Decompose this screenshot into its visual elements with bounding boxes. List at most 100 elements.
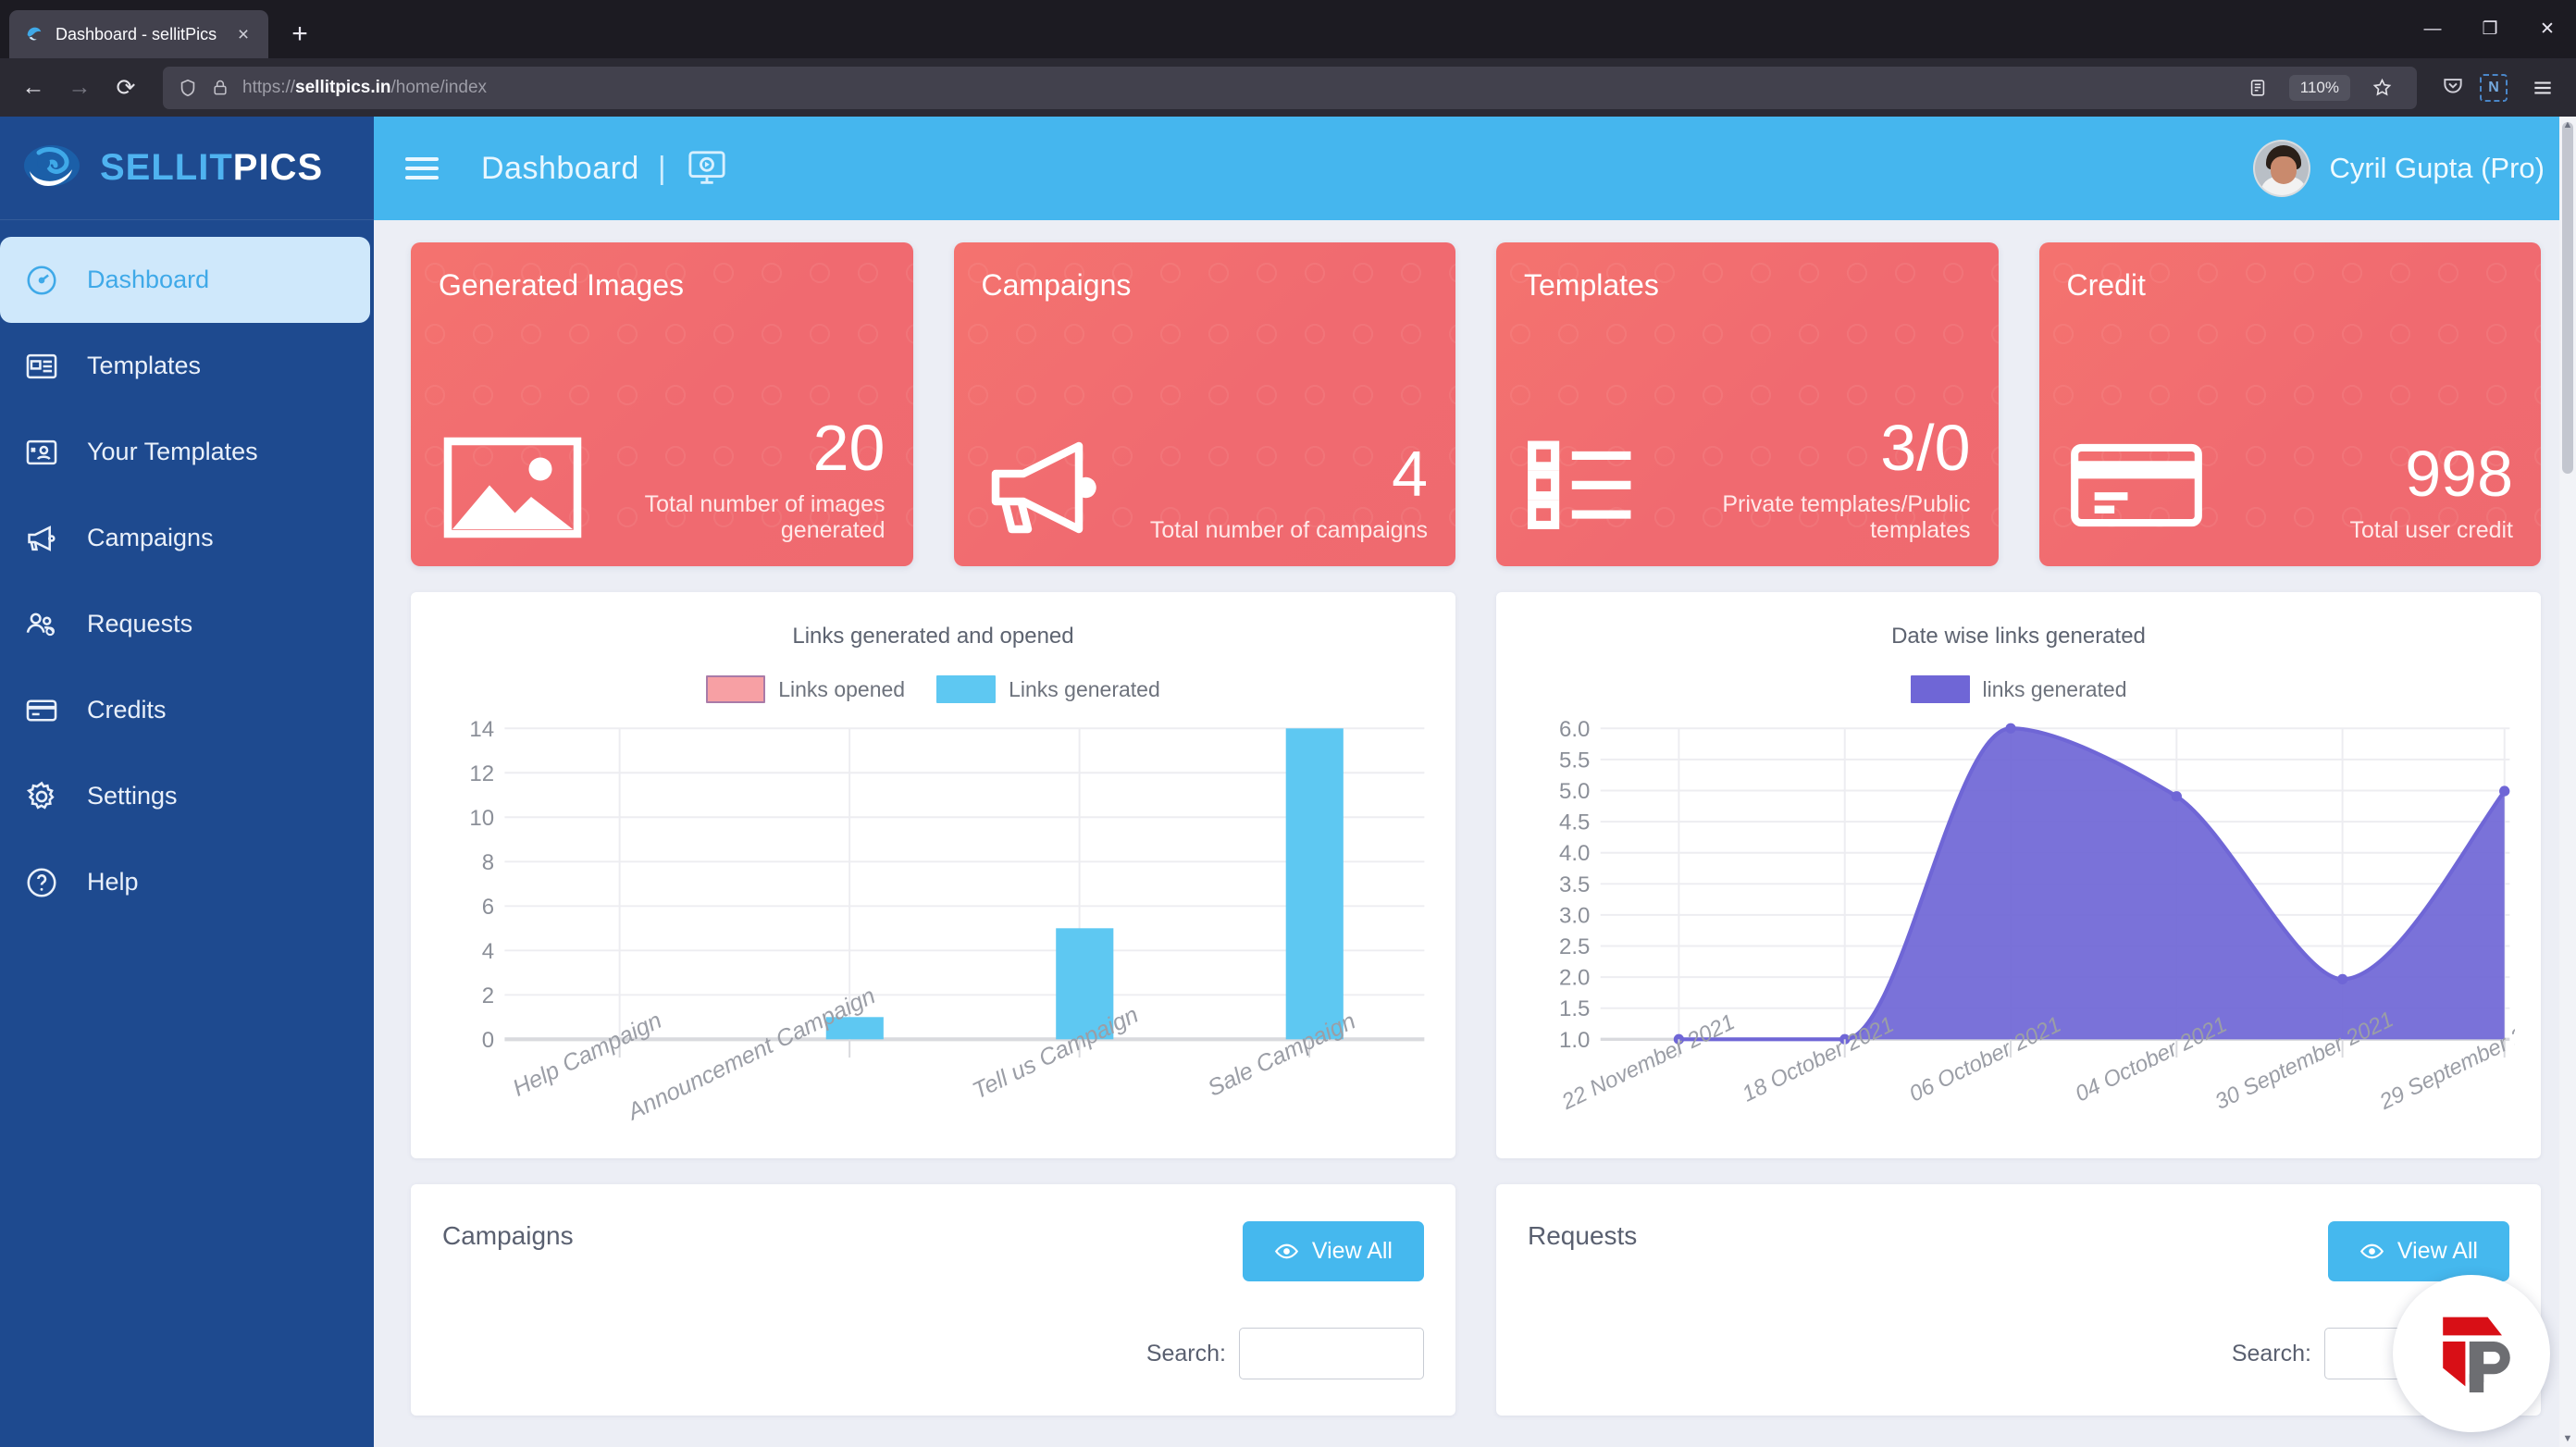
- view-all-requests-button[interactable]: View All: [2327, 1221, 2509, 1281]
- svg-text:1.0: 1.0: [1559, 1028, 1590, 1053]
- sidebar-item-templates[interactable]: Templates: [0, 323, 374, 409]
- search-label: Search:: [1146, 1340, 1226, 1367]
- reload-button-icon[interactable]: ⟳: [105, 68, 146, 108]
- scrollbar-thumb[interactable]: [2562, 122, 2573, 474]
- app-menu-icon[interactable]: [2522, 68, 2563, 108]
- tracking-shield-icon[interactable]: [178, 78, 198, 98]
- page-scrollbar[interactable]: ▲ ▼: [2559, 117, 2576, 1447]
- tab-title: Dashboard - sellitPics: [56, 24, 217, 43]
- bar-chart-plot: 14 12 10 8 6 4 2 0 Help Campaign Announc…: [437, 718, 1430, 1158]
- sellitpics-chat-badge-icon: [2421, 1301, 2522, 1407]
- stat-card-credit[interactable]: Credit 998 Total user credit: [2038, 242, 2541, 566]
- svg-text:10: 10: [469, 806, 494, 831]
- search-input[interactable]: [1239, 1328, 1424, 1379]
- view-all-label: View All: [1311, 1238, 1393, 1264]
- chart-title: Date wise links generated: [1891, 624, 2146, 649]
- window-close-button[interactable]: ✕: [2519, 0, 2576, 58]
- sidebar-item-credits[interactable]: Credits: [0, 667, 374, 753]
- sidebar-item-label: Help: [87, 868, 139, 896]
- credit-card-icon: [20, 689, 63, 732]
- sidebar-item-settings[interactable]: Settings: [0, 753, 374, 839]
- svg-text:4.5: 4.5: [1559, 810, 1590, 835]
- templates-card-icon: [20, 345, 63, 388]
- stat-card-title: Templates: [1524, 268, 1659, 302]
- legend-item-links-generated[interactable]: links generated: [1910, 675, 2127, 703]
- legend-label: links generated: [1982, 676, 2127, 701]
- sidebar-item-help[interactable]: Help: [0, 839, 374, 925]
- pocket-icon[interactable]: [2441, 73, 2465, 103]
- new-tab-button[interactable]: +: [276, 10, 324, 58]
- bookmark-star-icon[interactable]: [2361, 68, 2402, 108]
- dashboard-gauge-icon: [20, 259, 63, 302]
- sidebar-nav: Dashboard Templates Your Templates Campa…: [0, 220, 374, 925]
- scroll-up-arrow-icon[interactable]: ▲: [2559, 117, 2576, 133]
- sellitpics-chat-badge-button[interactable]: [2393, 1275, 2550, 1432]
- sidebar-item-label: Settings: [87, 782, 178, 810]
- sidebar: SELLITPICS Dashboard Templates Your Temp…: [0, 117, 374, 1447]
- stat-card-value: 20: [812, 411, 886, 484]
- svg-text:2.0: 2.0: [1559, 966, 1590, 991]
- your-templates-user-icon: [20, 431, 63, 474]
- title-separator: |: [657, 150, 666, 186]
- window-maximize-button[interactable]: ❐: [2461, 0, 2519, 58]
- svg-text:3.5: 3.5: [1559, 872, 1590, 897]
- reader-mode-icon[interactable]: [2237, 68, 2278, 108]
- svg-text:2: 2: [482, 983, 494, 1008]
- svg-text:2.5: 2.5: [1559, 934, 1590, 959]
- panel-title: Campaigns: [442, 1221, 574, 1250]
- forward-button-icon[interactable]: →: [59, 68, 100, 108]
- window-minimize-button[interactable]: —: [2404, 0, 2461, 58]
- brand-logo-block[interactable]: SELLITPICS: [0, 117, 374, 220]
- legend-item-links-generated[interactable]: Links generated: [936, 675, 1160, 703]
- stat-card-generated-images[interactable]: Generated Images 20 Total number of imag…: [411, 242, 913, 566]
- area-chart-plot: 6.0 5.5 5.0 4.5 4.0 3.5 3.0 2.5 2.0 1.5 …: [1522, 718, 2515, 1158]
- browser-tab[interactable]: Dashboard - sellitPics ×: [9, 10, 268, 58]
- legend-label: Links generated: [1009, 676, 1160, 701]
- sidebar-item-requests[interactable]: Requests: [0, 581, 374, 667]
- sidebar-item-label: Templates: [87, 352, 202, 379]
- panel-requests-table: Requests View All Search:: [1496, 1184, 2541, 1416]
- list-icon: [1524, 437, 1672, 538]
- stat-card-campaigns[interactable]: Campaigns 4 Total number of campaigns: [953, 242, 1455, 566]
- svg-text:1.5: 1.5: [1559, 996, 1590, 1021]
- browser-window: Dashboard - sellitPics × + — ❐ ✕ ← → ⟳ h…: [0, 0, 2576, 1447]
- legend-swatch: [1910, 675, 1970, 703]
- svg-text:8: 8: [482, 850, 494, 875]
- tab-close-icon[interactable]: ×: [231, 22, 255, 46]
- user-name: Cyril Gupta (Pro): [2329, 152, 2545, 184]
- campaigns-search-row: Search:: [442, 1328, 1424, 1379]
- view-all-campaigns-button[interactable]: View All: [1242, 1221, 1424, 1281]
- scroll-down-arrow-icon[interactable]: ▼: [2559, 1430, 2576, 1447]
- video-tutorial-icon[interactable]: [685, 149, 729, 188]
- back-button-icon[interactable]: ←: [13, 68, 54, 108]
- legend-item-links-opened[interactable]: Links opened: [706, 675, 905, 703]
- lock-icon[interactable]: [211, 79, 229, 97]
- page-viewport: SELLITPICS Dashboard Templates Your Temp…: [0, 117, 2576, 1447]
- svg-text:18 October 2021: 18 October 2021: [1739, 1012, 1899, 1107]
- main-area: Dashboard | Cyril Gupta (Pro) Generated …: [374, 117, 2576, 1447]
- eye-icon: [2359, 1239, 2384, 1264]
- svg-text:12: 12: [469, 761, 494, 786]
- address-bar[interactable]: https://sellitpics.in/home/index 110%: [163, 66, 2417, 109]
- panel-campaigns-table: Campaigns View All Search:: [411, 1184, 1455, 1416]
- svg-text:14: 14: [469, 718, 494, 742]
- stat-card-templates[interactable]: Templates 3/0 Private templates/Public t…: [1496, 242, 1999, 566]
- people-icon: [20, 603, 63, 646]
- user-menu[interactable]: Cyril Gupta (Pro): [2253, 140, 2545, 197]
- hamburger-icon[interactable]: [405, 148, 446, 189]
- svg-text:22 November 2021: 22 November 2021: [1557, 1009, 1739, 1115]
- sidebar-item-label: Dashboard: [87, 266, 210, 293]
- app-topbar: Dashboard | Cyril Gupta (Pro): [374, 117, 2576, 220]
- chart-legend: links generated: [1522, 675, 2515, 703]
- view-all-label: View All: [2396, 1238, 2478, 1264]
- stat-card-value: 998: [2405, 438, 2513, 511]
- megaphone-icon: [982, 437, 1130, 538]
- legend-label: Links opened: [778, 676, 906, 701]
- extension-badge-icon[interactable]: N: [2480, 73, 2508, 102]
- sidebar-item-your-templates[interactable]: Your Templates: [0, 409, 374, 495]
- sidebar-item-dashboard[interactable]: Dashboard: [0, 237, 370, 323]
- zoom-level-badge[interactable]: 110%: [2288, 74, 2350, 101]
- megaphone-icon: [20, 517, 63, 560]
- sidebar-item-campaigns[interactable]: Campaigns: [0, 495, 374, 581]
- eye-icon: [1274, 1239, 1299, 1264]
